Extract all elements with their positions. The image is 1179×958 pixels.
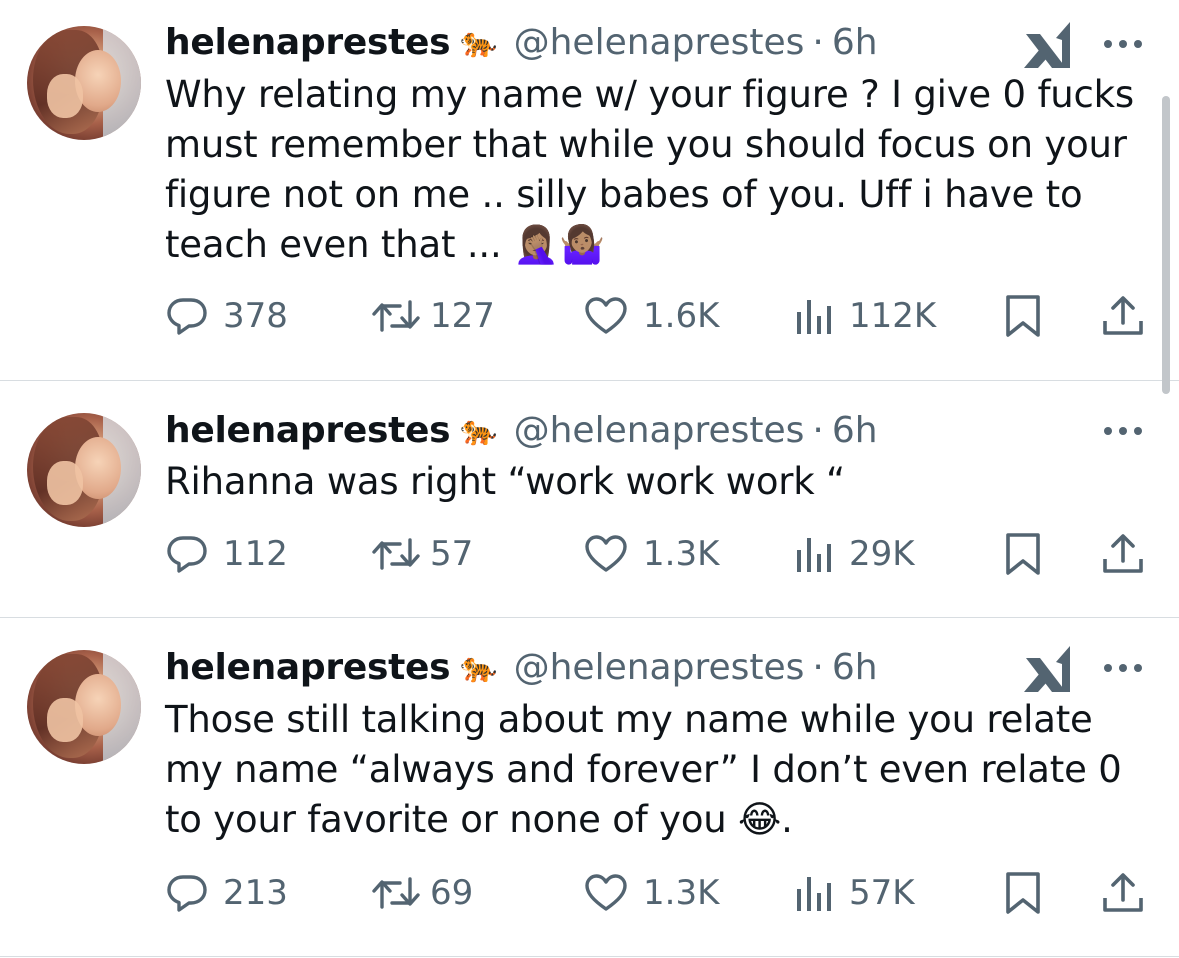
display-name[interactable]: helenaprestes	[165, 21, 451, 65]
grok-logo-icon[interactable]	[1020, 640, 1076, 696]
avatar[interactable]	[27, 413, 141, 527]
like-button[interactable]: 1.6K	[583, 293, 719, 339]
separator-dot: ·	[812, 410, 824, 451]
tiger-emoji: 🐅	[460, 413, 498, 448]
tweet[interactable]: helenaprestes 🐅 @helenaprestes · 6h Riha…	[0, 381, 1179, 617]
tweet[interactable]: helenaprestes 🐅 @helenaprestes · 6h Why …	[0, 0, 1179, 380]
tweet-text: Rihanna was right “work work work “	[165, 460, 846, 503]
repost-button[interactable]: 127	[370, 293, 495, 339]
like-button[interactable]: 1.3K	[583, 531, 719, 577]
repost-count: 57	[430, 534, 474, 574]
user-handle[interactable]: @helenaprestes	[514, 21, 805, 65]
user-handle[interactable]: @helenaprestes	[514, 409, 805, 453]
reply-button[interactable]: 378	[165, 293, 288, 339]
action-bar: 378 127 1.6K 112K	[165, 293, 1150, 339]
repost-button[interactable]: 57	[370, 531, 473, 577]
share-upload-icon	[1103, 296, 1143, 335]
tweet[interactable]: helenaprestes 🐅 @helenaprestes · 6h Thos…	[0, 618, 1179, 956]
tiger-emoji: 🐅	[460, 650, 498, 685]
view-count: 29K	[849, 534, 915, 574]
views-button[interactable]: 112K	[795, 293, 936, 339]
action-bar: 112 57 1.3K 29K	[165, 531, 1150, 577]
bar-chart-icon	[797, 877, 831, 911]
timestamp[interactable]: 6h	[832, 646, 878, 690]
more-dots-icon[interactable]	[1100, 658, 1146, 678]
timestamp[interactable]: 6h	[832, 409, 878, 453]
like-count: 1.3K	[643, 873, 720, 913]
bookmark-button[interactable]	[1003, 531, 1043, 577]
heart-icon	[585, 297, 627, 334]
heart-icon	[585, 535, 627, 572]
tweet-header: helenaprestes 🐅 @helenaprestes · 6h	[165, 21, 878, 65]
separator-dot: ·	[812, 22, 824, 63]
share-button[interactable]	[1101, 531, 1145, 577]
views-button[interactable]: 57K	[795, 870, 915, 916]
repost-arrows-icon	[372, 300, 420, 332]
grok-logo-icon[interactable]	[1020, 16, 1076, 72]
share-button[interactable]	[1101, 870, 1145, 916]
bookmark-button[interactable]	[1003, 293, 1043, 339]
avatar[interactable]	[27, 650, 141, 764]
views-button[interactable]: 29K	[795, 531, 915, 577]
share-upload-icon	[1103, 873, 1143, 912]
more-dots-icon[interactable]	[1100, 421, 1146, 441]
tweet-header: helenaprestes 🐅 @helenaprestes · 6h	[165, 409, 878, 453]
heart-icon	[585, 874, 627, 911]
reply-button[interactable]: 112	[165, 531, 288, 577]
speech-bubble-icon	[167, 536, 207, 573]
display-name[interactable]: helenaprestes	[165, 646, 451, 690]
avatar[interactable]	[27, 26, 141, 140]
speech-bubble-icon	[167, 875, 207, 912]
view-count: 112K	[849, 296, 937, 336]
timestamp[interactable]: 6h	[832, 21, 878, 65]
reply-button[interactable]: 213	[165, 870, 288, 916]
repost-arrows-icon	[372, 877, 420, 909]
share-upload-icon	[1103, 534, 1143, 573]
more-dots-icon[interactable]	[1100, 34, 1146, 54]
bookmark-button[interactable]	[1003, 870, 1043, 916]
bar-chart-icon	[797, 300, 831, 334]
timeline-feed: helenaprestes 🐅 @helenaprestes · 6h Why …	[0, 0, 1179, 958]
speech-bubble-icon	[167, 298, 207, 335]
bookmark-icon	[1006, 872, 1040, 914]
reply-count: 213	[223, 873, 288, 913]
tweet-header: helenaprestes 🐅 @helenaprestes · 6h	[165, 646, 878, 690]
like-button[interactable]: 1.3K	[583, 870, 719, 916]
bookmark-icon	[1006, 533, 1040, 575]
divider	[0, 956, 1179, 957]
reply-count: 378	[223, 296, 288, 336]
tweet-text: Why relating my name w/ your figure ? I …	[165, 73, 1134, 266]
separator-dot: ·	[812, 647, 824, 688]
like-count: 1.6K	[643, 296, 720, 336]
reply-count: 112	[223, 534, 288, 574]
repost-count: 127	[430, 296, 495, 336]
bar-chart-icon	[797, 538, 831, 572]
repost-button[interactable]: 69	[370, 870, 473, 916]
tiger-emoji: 🐅	[460, 25, 498, 60]
scrollbar[interactable]	[1162, 96, 1170, 394]
repost-count: 69	[430, 873, 474, 913]
view-count: 57K	[849, 873, 915, 913]
share-button[interactable]	[1101, 293, 1145, 339]
like-count: 1.3K	[643, 534, 720, 574]
bookmark-icon	[1006, 295, 1040, 337]
repost-arrows-icon	[372, 538, 420, 570]
display-name[interactable]: helenaprestes	[165, 409, 451, 453]
tweet-text: Those still talking about my name while …	[165, 698, 1122, 841]
action-bar: 213 69 1.3K 57K	[165, 870, 1150, 916]
user-handle[interactable]: @helenaprestes	[514, 646, 805, 690]
